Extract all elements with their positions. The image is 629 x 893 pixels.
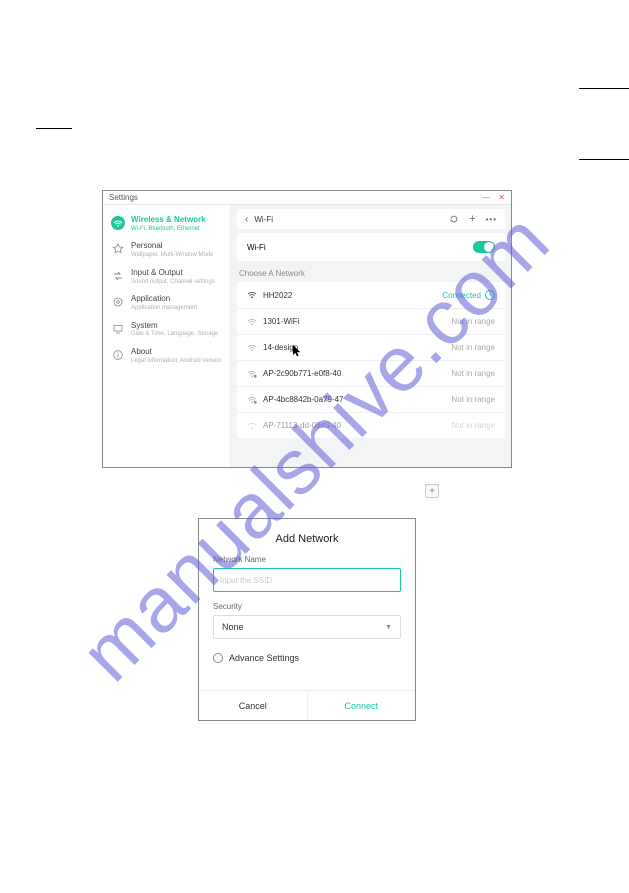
wifi-toggle-label: Wi-Fi [247,243,266,252]
wifi-lock-icon [247,422,257,430]
info-icon[interactable]: i [485,290,495,300]
sidebar-item-about[interactable]: About Legal information, Android version [103,343,230,369]
system-icon [111,322,125,336]
network-name: HH2022 [263,291,292,300]
choose-network-label: Choose A Network [237,267,505,282]
add-network-dialog: Add Network Network Name Security None ▼… [198,518,416,721]
add-network-plus-icon[interactable]: + [425,484,439,498]
minimize-icon[interactable]: — [482,193,490,202]
wifi-lock-icon [247,370,257,378]
sidebar-item-sub: Wi-Fi, Bluetooth, Ethernet [131,226,206,233]
wifi-signal-icon [247,291,257,299]
radio-icon [213,653,223,663]
dialog-actions: Cancel Connect [199,690,415,720]
network-name: 14-design [263,343,298,352]
sidebar-item-system[interactable]: System Date & Time, Language, Storage [103,317,230,343]
sidebar-item-sub: Application management [131,305,197,312]
decor-line [579,159,629,160]
refresh-icon[interactable] [449,214,459,224]
sidebar-item-label: About [131,348,222,357]
add-icon[interactable]: + [469,213,475,225]
close-icon[interactable]: ✕ [498,193,505,202]
advance-settings-label: Advance Settings [229,653,299,663]
star-icon [111,242,125,256]
network-row[interactable]: AP-4bc8842b-0a79-47 Not in range [237,387,505,413]
wifi-signal-icon [247,318,257,326]
network-row[interactable]: AP-71113-dd-08d3-40 Not in range [237,413,505,438]
dialog-title: Add Network [199,519,415,555]
network-status: Not in range [451,369,495,378]
more-icon[interactable]: ••• [486,215,497,224]
ssid-input[interactable] [213,568,401,592]
wifi-toggle[interactable] [473,241,495,253]
wifi-icon [111,216,125,230]
wifi-panel: ‹ Wi-Fi + ••• Wi-Fi Choose A Network [231,205,511,467]
network-row[interactable]: HH2022 Connected i [237,282,505,309]
network-name: AP-2c90b771-e0f8-40 [263,369,341,378]
sidebar-item-sub: Legal information, Android version [131,358,222,365]
security-value: None [222,622,244,632]
sidebar-item-label: Application [131,295,197,304]
network-row[interactable]: 14-design Not in range [237,335,505,361]
sidebar-item-label: Input & Output [131,269,215,278]
network-list: HH2022 Connected i 1301-WiFi Not in rang… [237,282,505,438]
network-name: 1301-WiFi [263,317,299,326]
sidebar-item-application[interactable]: Application Application management [103,290,230,316]
network-name-label: Network Name [213,555,401,564]
app-icon [111,295,125,309]
sidebar-item-sub: Wallpaper, Multi-Window Mode [131,252,213,259]
wifi-toggle-row: Wi-Fi [237,233,505,261]
network-status: Not in range [451,421,495,430]
network-row[interactable]: 1301-WiFi Not in range [237,309,505,335]
network-status: Not in range [451,317,495,326]
sidebar-item-label: Wireless & Network [131,216,206,225]
chevron-down-icon: ▼ [385,624,392,631]
security-select[interactable]: None ▼ [213,615,401,639]
network-row[interactable]: AP-2c90b771-e0f8-40 Not in range [237,361,505,387]
network-name: AP-4bc8842b-0a79-47 [263,395,344,404]
wifi-lock-icon [247,396,257,404]
wifi-signal-icon [247,344,257,352]
window-titlebar: Settings — ✕ [103,191,511,205]
security-label: Security [213,602,401,611]
network-name: AP-71113-dd-08d3-40 [263,421,341,430]
network-status: Connected i [442,290,495,300]
io-icon [111,269,125,283]
panel-header: ‹ Wi-Fi + ••• [237,209,505,229]
back-icon[interactable]: ‹ [245,214,248,225]
settings-sidebar: Wireless & Network Wi-Fi, Bluetooth, Eth… [103,205,231,467]
sidebar-item-sub: Sound output, Channel settings [131,279,215,286]
sidebar-item-sub: Date & Time, Language, Storage [131,331,218,338]
settings-window: Settings — ✕ Wireless & Network Wi-Fi, B… [102,190,512,468]
cancel-button[interactable]: Cancel [199,691,307,720]
sidebar-item-io[interactable]: Input & Output Sound output, Channel set… [103,264,230,290]
window-title: Settings [109,193,138,202]
network-status: Not in range [451,395,495,404]
decor-line [579,88,629,89]
sidebar-item-label: Personal [131,242,213,251]
panel-title: Wi-Fi [254,215,273,224]
sidebar-item-wireless[interactable]: Wireless & Network Wi-Fi, Bluetooth, Eth… [103,211,230,237]
network-status: Not in range [451,343,495,352]
decor-line [36,128,72,129]
info-icon [111,348,125,362]
advance-settings-row[interactable]: Advance Settings [213,653,401,663]
sidebar-item-personal[interactable]: Personal Wallpaper, Multi-Window Mode [103,237,230,263]
sidebar-item-label: System [131,322,218,331]
connect-button[interactable]: Connect [308,691,416,720]
